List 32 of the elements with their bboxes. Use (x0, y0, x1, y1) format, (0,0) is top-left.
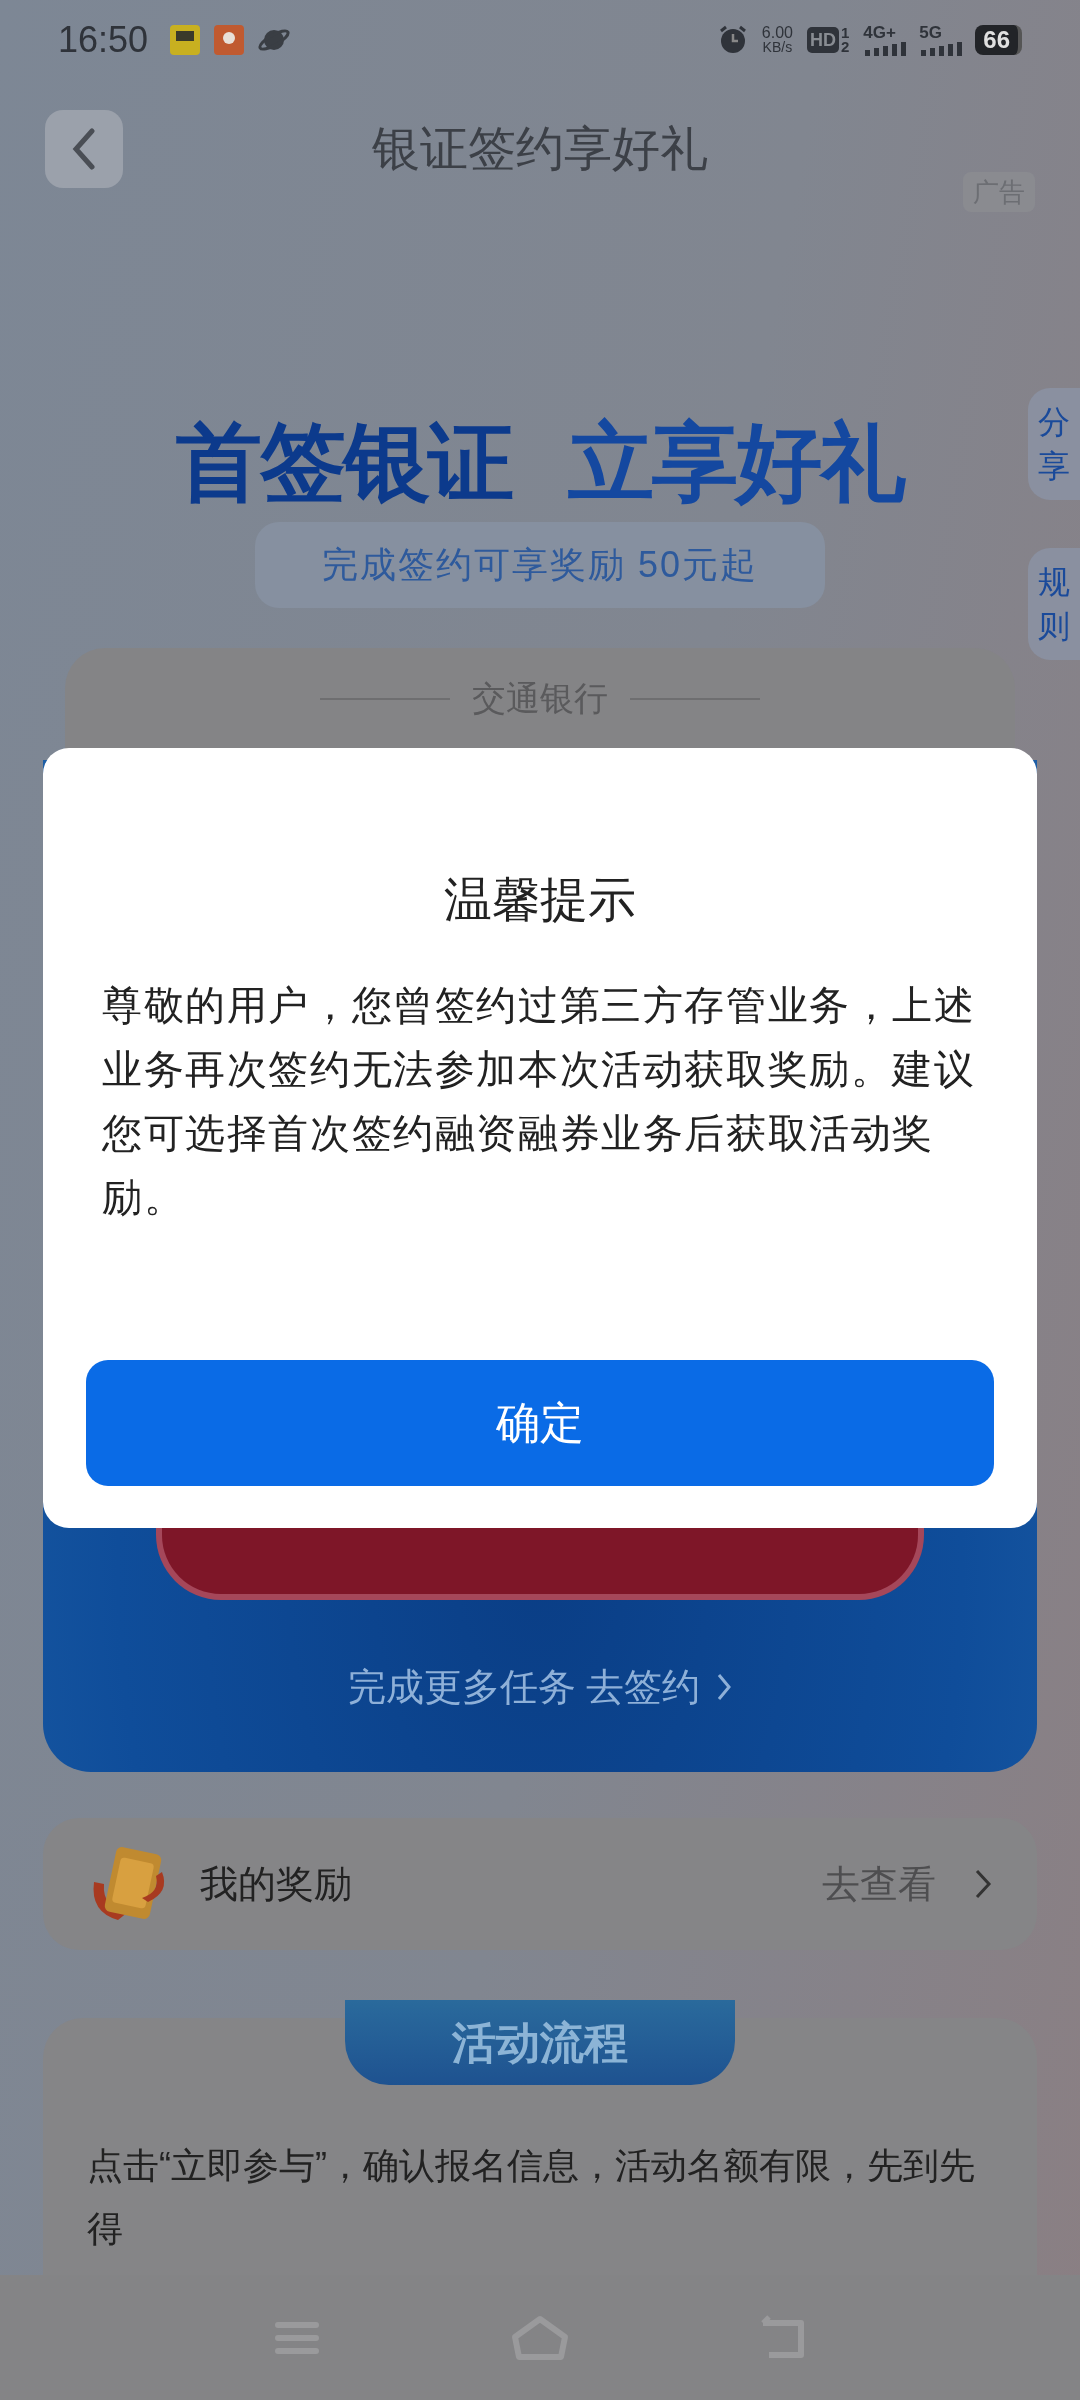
hd-voice-badge: HD (806, 27, 839, 53)
chevron-right-icon (974, 1868, 992, 1900)
planet-icon (258, 26, 291, 54)
network-type: 5G (919, 24, 942, 42)
alarm-clock-icon (717, 25, 748, 55)
battery-level: 66 (975, 25, 1022, 55)
signal-bars-icon (863, 42, 908, 56)
network-type: 4G+ (863, 24, 896, 42)
sim-number: 2 (840, 40, 850, 54)
speed-unit: KB/s (762, 40, 793, 55)
sim-number: 1 (840, 26, 850, 40)
confirm-button[interactable]: 确定 (86, 1360, 994, 1486)
process-step-text: 点击“立即参与”，确认报名信息，活动名额有限，先到先得 (87, 2144, 976, 2251)
chevron-right-icon (716, 1672, 733, 1702)
app-notification-icon (170, 25, 201, 55)
section-title-ribbon: 活动流程 (345, 2000, 735, 2085)
dialog-title: 温馨提示 (443, 872, 637, 928)
page-title: 银证签约享好礼 (371, 121, 709, 177)
network-speed: 6.00 (761, 25, 793, 40)
status-time: 16:50 (58, 20, 149, 60)
reward-subtitle: 完成签约可享奖励 50元起 (255, 522, 825, 608)
rewards-label: 我的奖励 (200, 1861, 352, 1907)
back-button[interactable] (45, 110, 123, 188)
side-tab[interactable]: 分享 (1028, 388, 1080, 500)
side-tab[interactable]: 规则 (1028, 548, 1080, 660)
hero-headline: 立享好礼 (568, 413, 904, 512)
signal-bars-icon (919, 42, 964, 56)
more-tasks-link[interactable]: 完成更多任务 去签约 (347, 1662, 733, 1712)
app-notification-icon (214, 25, 245, 55)
dialog-message: 尊敬的用户，您曾签约过第三方存管业务，上述业务再次签约无法参加本次活动获取奖励。建议您可选择首次签约融资融券业务后获取活动奖励。 (102, 982, 977, 1221)
hero-headline: 首签银证 (176, 413, 512, 512)
chevron-left-icon (72, 128, 96, 170)
